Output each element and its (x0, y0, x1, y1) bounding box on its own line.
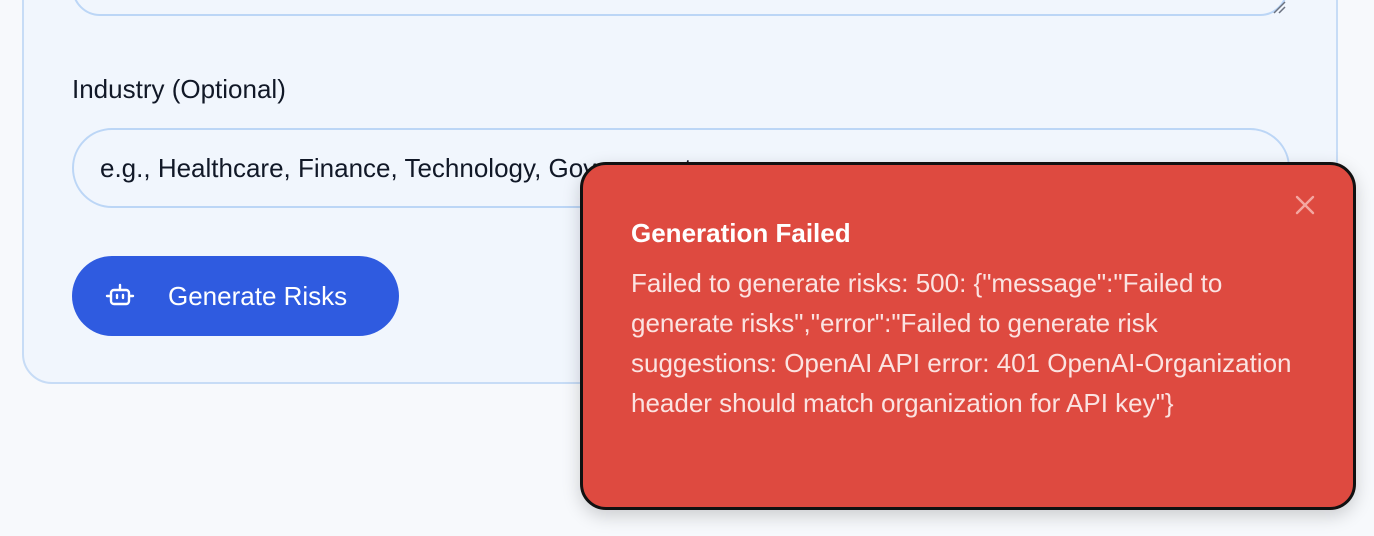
close-icon[interactable] (1293, 193, 1317, 217)
generate-risks-label: Generate Risks (168, 280, 348, 311)
bot-icon (104, 280, 136, 312)
generate-risks-button[interactable]: Generate Risks (72, 256, 399, 336)
description-textarea[interactable] (72, 0, 1288, 16)
toast-message: Failed to generate risks: 500: {"message… (631, 268, 1292, 418)
toast-title: Generation Failed (631, 218, 851, 248)
error-toast: Generation Failed Failed to generate ris… (580, 162, 1356, 510)
resize-handle-icon[interactable] (1270, 0, 1286, 14)
industry-label: Industry (Optional) (72, 74, 286, 104)
